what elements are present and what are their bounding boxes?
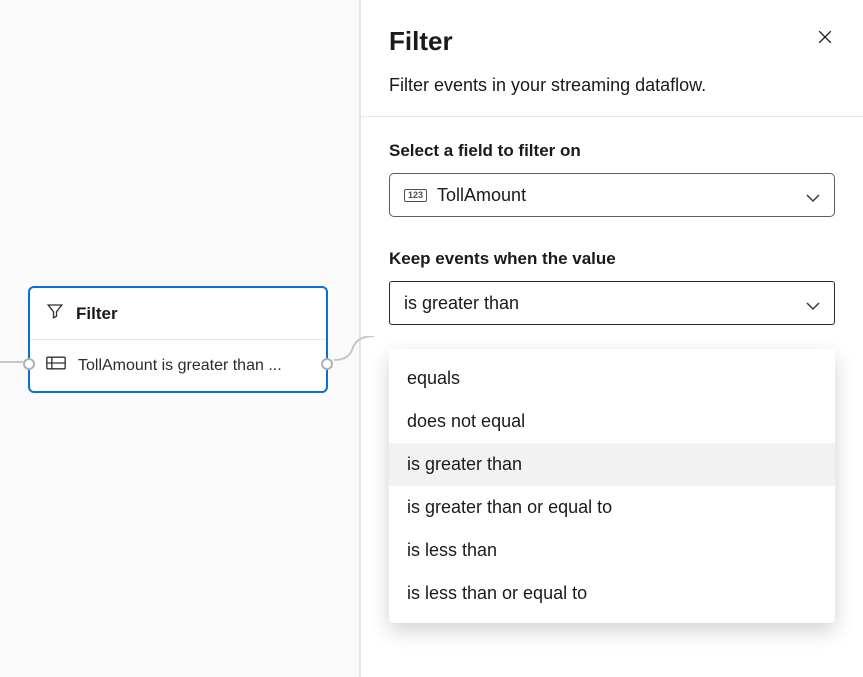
- condition-select[interactable]: is greater than: [389, 281, 835, 325]
- dropdown-item[interactable]: equals: [389, 357, 835, 400]
- node-title: Filter: [76, 304, 118, 324]
- field-select-value: TollAmount: [437, 185, 806, 206]
- node-summary: TollAmount is greater than ...: [78, 357, 282, 375]
- node-header: Filter: [30, 288, 326, 340]
- close-button[interactable]: [811, 24, 839, 52]
- field-row-icon: [46, 356, 66, 375]
- panel-body: Select a field to filter on 123 TollAmou…: [361, 117, 863, 349]
- funnel-icon: [46, 302, 64, 325]
- field-select[interactable]: 123 TollAmount: [389, 173, 835, 217]
- number-type-icon: 123: [404, 189, 427, 202]
- dropdown-item[interactable]: is less than or equal to: [389, 572, 835, 615]
- edge-left: [0, 361, 23, 363]
- dropdown-item[interactable]: is greater than or equal to: [389, 486, 835, 529]
- filter-panel: Filter Filter events in your streaming d…: [360, 0, 863, 677]
- panel-title: Filter: [389, 26, 835, 57]
- panel-description: Filter events in your streaming dataflow…: [389, 75, 835, 96]
- dropdown-item[interactable]: is greater than: [389, 443, 835, 486]
- dropdown-item[interactable]: is less than: [389, 529, 835, 572]
- chevron-down-icon: [806, 190, 820, 200]
- output-port[interactable]: [321, 358, 333, 370]
- input-port[interactable]: [23, 358, 35, 370]
- flow-canvas[interactable]: Filter TollAmount is greater than ...: [0, 0, 360, 677]
- node-body: TollAmount is greater than ...: [30, 340, 326, 391]
- condition-label: Keep events when the value: [389, 249, 835, 269]
- condition-dropdown: equalsdoes not equalis greater thanis gr…: [389, 349, 835, 623]
- field-label: Select a field to filter on: [389, 141, 835, 161]
- close-icon: [815, 27, 835, 50]
- chevron-down-icon: [806, 298, 820, 308]
- condition-select-value: is greater than: [404, 293, 806, 314]
- panel-header: Filter Filter events in your streaming d…: [361, 0, 863, 117]
- dropdown-item[interactable]: does not equal: [389, 400, 835, 443]
- filter-node[interactable]: Filter TollAmount is greater than ...: [28, 286, 328, 393]
